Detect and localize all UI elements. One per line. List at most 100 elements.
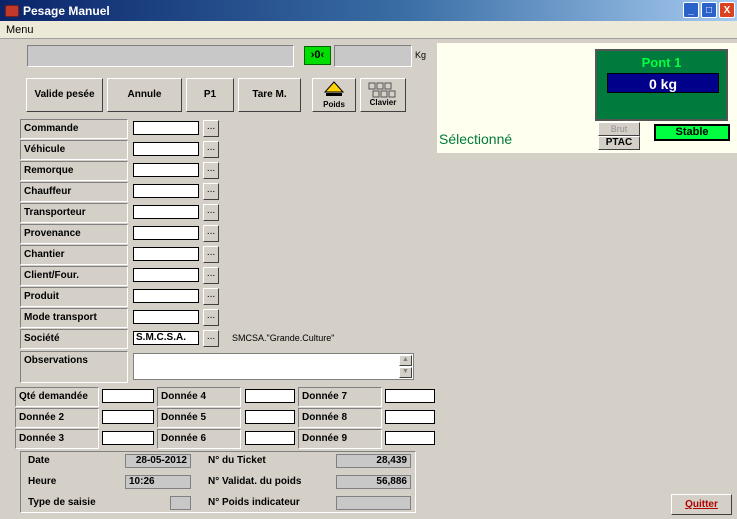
donnee-3-input[interactable] [102,431,154,445]
field-label: Client/Four. [20,266,128,286]
donnee-2-label: Donnée 2 [15,408,99,428]
observations-textarea[interactable]: ▲ ▼ [133,353,414,380]
chauffeur-input[interactable] [133,184,199,198]
vehicule-browse-button[interactable]: ... [203,141,219,158]
validat-label: N° Validat. du poids [208,476,302,487]
menu-bar: Menu [0,21,737,39]
mode-transport-browse-button[interactable]: ... [203,309,219,326]
clavier-button[interactable]: Clavier [360,78,406,112]
remorque-browse-button[interactable]: ... [203,162,219,179]
commande-input[interactable] [133,121,199,135]
type-saisie-label: Type de saisie [28,497,96,508]
arrow-up-icon [323,81,345,96]
field-row-commande: Commande... [20,119,225,140]
donnee-6-input[interactable] [245,431,295,445]
ticket-value: 28,439 [336,454,411,468]
menu-item-menu[interactable]: Menu [6,24,34,36]
field-label: Mode transport [20,308,128,328]
unit-label: Kg [415,50,427,60]
produit-browse-button[interactable]: ... [203,288,219,305]
field-label: Transporteur [20,203,128,223]
field-row-vehicule: Véhicule... [20,140,225,161]
annule-button[interactable]: Annule [107,78,182,112]
societe-input[interactable]: S.M.C.S.A. [133,331,199,345]
chantier-browse-button[interactable]: ... [203,246,219,263]
scroll-down-icon[interactable]: ▼ [399,367,412,378]
donnee-3-label: Donnée 3 [15,429,99,449]
field-row-transporteur: Transporteur... [20,203,225,224]
heure-label: Heure [28,476,57,487]
field-label: Véhicule [20,140,128,160]
field-label: Provenance [20,224,128,244]
produit-input[interactable] [133,289,199,303]
p1-button[interactable]: P1 [186,78,234,112]
societe-description: SMCSA."Grande.Culture" [232,333,335,343]
provenance-browse-button[interactable]: ... [203,225,219,242]
maximize-button[interactable]: □ [701,2,717,18]
poids-indicateur-label: N° Poids indicateur [208,497,300,508]
donnee-6-label: Donnée 6 [157,429,241,449]
remorque-input[interactable] [133,163,199,177]
chauffeur-browse-button[interactable]: ... [203,183,219,200]
field-row-societe: Société S.M.C.S.A.... [20,329,225,350]
field-label: Produit [20,287,128,307]
tare-button[interactable]: Tare M. [238,78,301,112]
provenance-input[interactable] [133,226,199,240]
donnee-7-input[interactable] [385,389,435,403]
scroll-up-icon[interactable]: ▲ [399,355,412,366]
donnee-9-label: Donnée 9 [298,429,382,449]
donnee-9-input[interactable] [385,431,435,445]
donnee-8-label: Donnée 8 [298,408,382,428]
close-button[interactable]: X [719,2,735,18]
pont-display: Pont 1 0 kg [595,49,728,121]
donnee-4-input[interactable] [245,389,295,403]
minimize-button[interactable]: _ [683,2,699,18]
form-fields: Commande... Véhicule... Remorque... Chau… [20,119,225,350]
field-row-chauffeur: Chauffeur... [20,182,225,203]
field-row-remorque: Remorque... [20,161,225,182]
donnee-2-input[interactable] [102,410,154,424]
donnee-5-label: Donnée 5 [157,408,241,428]
field-row-chantier: Chantier... [20,245,225,266]
ticket-label: N° du Ticket [208,455,266,466]
client-input[interactable] [133,268,199,282]
field-row-produit: Produit... [20,287,225,308]
clavier-label: Clavier [369,98,397,107]
valide-pesee-button[interactable]: Valide pesée [26,78,103,112]
commande-browse-button[interactable]: ... [203,120,219,137]
zero-indicator: ›0‹ [304,46,331,65]
field-label: Chauffeur [20,182,128,202]
donnee-7-label: Donnée 7 [298,387,382,407]
selectionne-label: Sélectionné [439,131,513,147]
poids-button[interactable]: Poids [312,78,356,112]
chantier-input[interactable] [133,247,199,261]
donnee-4-label: Donnée 4 [157,387,241,407]
date-label: Date [28,455,50,466]
client-browse-button[interactable]: ... [203,267,219,284]
qte-demandee-input[interactable] [102,389,154,403]
mode-transport-input[interactable] [133,310,199,324]
app-icon [5,4,19,17]
pont-weight-value: 0 kg [607,73,719,93]
poids-label: Poids [323,100,345,109]
quitter-button[interactable]: Quitter [671,494,732,515]
weight-value-box [334,45,412,67]
transporteur-input[interactable] [133,205,199,219]
heure-value: 10:26 [125,475,191,489]
donnee-5-input[interactable] [245,410,295,424]
donnee-8-input[interactable] [385,410,435,424]
stable-indicator: Stable [654,124,730,141]
pont-title: Pont 1 [641,55,682,70]
date-value: 28-05-2012 [125,454,191,468]
ptac-button[interactable]: PTAC [598,136,640,150]
title-bar: Pesage Manuel _ □ X [0,0,737,21]
window-title: Pesage Manuel [23,3,110,18]
vehicule-input[interactable] [133,142,199,156]
societe-browse-button[interactable]: ... [203,330,219,347]
field-label: Chantier [20,245,128,265]
poids-indicateur-value [336,496,411,510]
brut-button[interactable]: Brut [598,122,640,136]
transporteur-browse-button[interactable]: ... [203,204,219,221]
field-row-provenance: Provenance... [20,224,225,245]
weight-display-bar [27,45,294,67]
